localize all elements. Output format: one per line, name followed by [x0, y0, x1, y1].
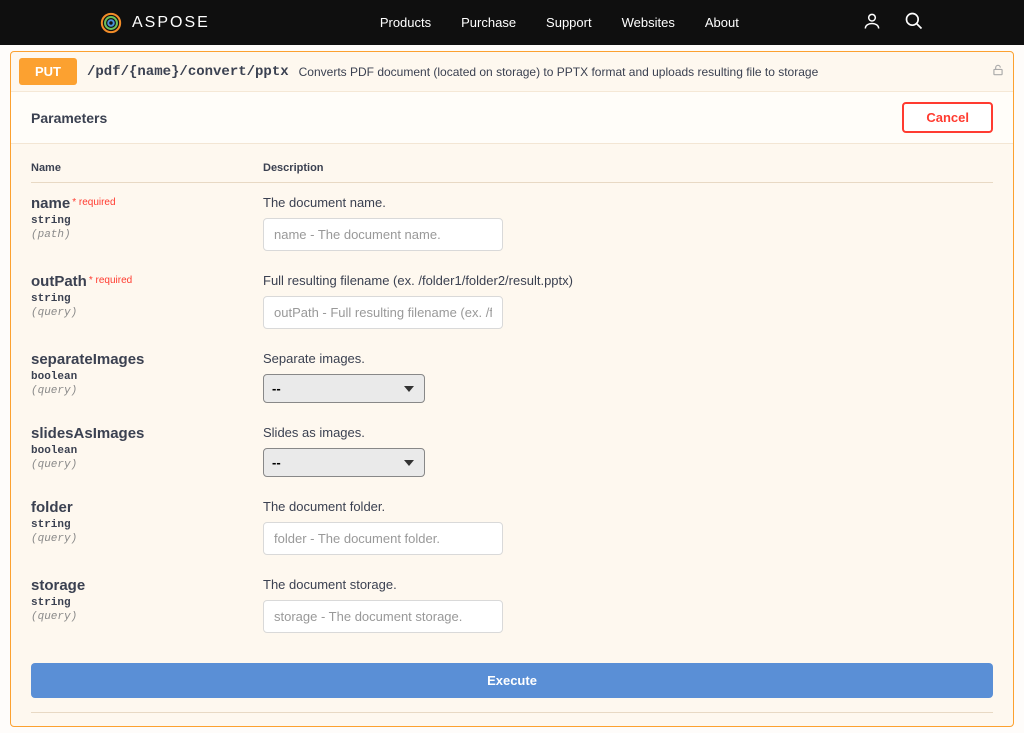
- param-name-cell: separateImages boolean (query): [31, 351, 263, 403]
- param-name-cell: folder string (query): [31, 499, 263, 555]
- param-row-name: namerequired string (path) The document …: [31, 183, 993, 261]
- param-description: The document folder.: [263, 499, 993, 514]
- column-header-description: Description: [263, 162, 993, 174]
- param-description: The document name.: [263, 195, 993, 210]
- param-input-outpath[interactable]: [263, 296, 503, 329]
- param-name-cell: namerequired string (path): [31, 195, 263, 251]
- user-icon[interactable]: [862, 11, 882, 34]
- table-header-row: Name Description: [31, 154, 993, 183]
- param-input-storage[interactable]: [263, 600, 503, 633]
- main-nav: Products Purchase Support Websites About: [380, 15, 739, 30]
- param-desc-cell: Separate images. --: [263, 351, 993, 403]
- param-type: string: [31, 597, 263, 609]
- endpoint-header[interactable]: PUT /pdf/{name}/convert/pptx Converts PD…: [11, 52, 1013, 92]
- param-row-outpath: outPathrequired string (query) Full resu…: [31, 261, 993, 339]
- nav-products[interactable]: Products: [380, 15, 431, 30]
- topbar-actions: [862, 11, 924, 34]
- param-name: folder: [31, 499, 263, 516]
- param-desc-cell: Slides as images. --: [263, 425, 993, 477]
- column-header-name: Name: [31, 162, 263, 174]
- nav-about[interactable]: About: [705, 15, 739, 30]
- required-badge: required: [89, 275, 132, 286]
- param-type: string: [31, 519, 263, 531]
- param-name-cell: slidesAsImages boolean (query): [31, 425, 263, 477]
- param-select-slidesasimages[interactable]: --: [263, 448, 425, 477]
- param-name: slidesAsImages: [31, 425, 263, 442]
- param-name: name: [31, 195, 70, 212]
- parameters-table: Name Description namerequired string (pa…: [11, 144, 1013, 643]
- param-description: The document storage.: [263, 577, 993, 592]
- param-row-folder: folder string (query) The document folde…: [31, 487, 993, 565]
- param-input-name[interactable]: [263, 218, 503, 251]
- aspose-logo-icon: [100, 12, 122, 34]
- logo-text: ASPOSE: [132, 14, 210, 32]
- parameters-title: Parameters: [31, 110, 107, 126]
- param-in: (query): [31, 533, 263, 545]
- topbar: ASPOSE Products Purchase Support Website…: [0, 0, 1024, 45]
- param-in: (query): [31, 385, 263, 397]
- nav-websites[interactable]: Websites: [622, 15, 675, 30]
- param-desc-cell: Full resulting filename (ex. /folder1/fo…: [263, 273, 993, 329]
- param-name: outPath: [31, 273, 87, 290]
- param-desc-cell: The document storage.: [263, 577, 993, 633]
- section-divider: [31, 712, 993, 726]
- required-badge: required: [72, 197, 115, 208]
- logo[interactable]: ASPOSE: [100, 12, 210, 34]
- cancel-button[interactable]: Cancel: [902, 102, 993, 133]
- endpoint-panel: PUT /pdf/{name}/convert/pptx Converts PD…: [10, 51, 1014, 727]
- nav-purchase[interactable]: Purchase: [461, 15, 516, 30]
- http-method-badge: PUT: [19, 58, 77, 85]
- main-content: PUT /pdf/{name}/convert/pptx Converts PD…: [0, 45, 1024, 733]
- execute-button[interactable]: Execute: [31, 663, 993, 698]
- param-desc-cell: The document name.: [263, 195, 993, 251]
- param-row-slidesasimages: slidesAsImages boolean (query) Slides as…: [31, 413, 993, 487]
- param-in: (query): [31, 611, 263, 623]
- parameters-bar: Parameters Cancel: [11, 92, 1013, 144]
- endpoint-path: /pdf/{name}/convert/pptx: [87, 64, 289, 80]
- param-type: string: [31, 215, 263, 227]
- param-input-folder[interactable]: [263, 522, 503, 555]
- param-in: (query): [31, 459, 263, 471]
- param-row-separateimages: separateImages boolean (query) Separate …: [31, 339, 993, 413]
- endpoint-summary: Converts PDF document (located on storag…: [299, 65, 819, 79]
- param-type: boolean: [31, 445, 263, 457]
- param-row-storage: storage string (query) The document stor…: [31, 565, 993, 643]
- param-desc-cell: The document folder.: [263, 499, 993, 555]
- param-in: (path): [31, 229, 263, 241]
- lock-icon[interactable]: [991, 63, 1005, 80]
- param-name: separateImages: [31, 351, 263, 368]
- param-description: Slides as images.: [263, 425, 993, 440]
- param-type: string: [31, 293, 263, 305]
- param-in: (query): [31, 307, 263, 319]
- param-name-cell: outPathrequired string (query): [31, 273, 263, 329]
- param-description: Separate images.: [263, 351, 993, 366]
- nav-support[interactable]: Support: [546, 15, 592, 30]
- param-type: boolean: [31, 371, 263, 383]
- param-name-cell: storage string (query): [31, 577, 263, 633]
- param-select-separateimages[interactable]: --: [263, 374, 425, 403]
- param-description: Full resulting filename (ex. /folder1/fo…: [263, 273, 993, 288]
- search-icon[interactable]: [904, 11, 924, 34]
